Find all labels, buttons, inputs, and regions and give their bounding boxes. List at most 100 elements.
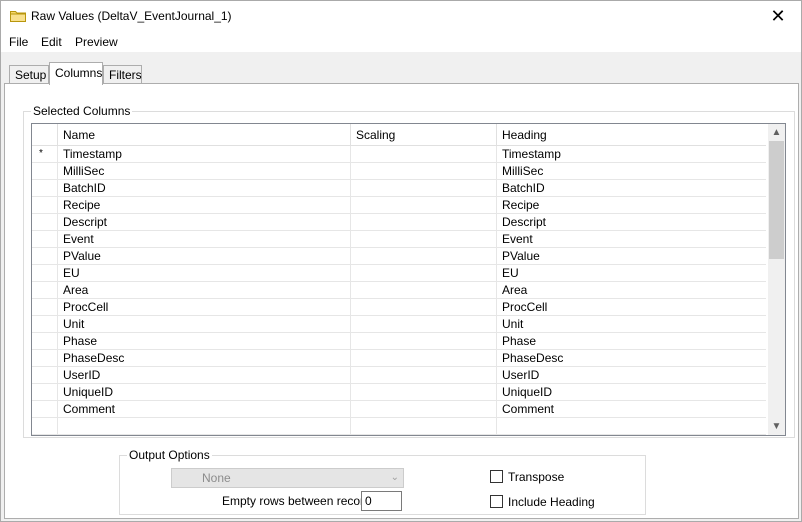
table-row[interactable]: UserID UserID xyxy=(32,367,766,384)
cell-scaling[interactable] xyxy=(351,367,497,384)
row-marker xyxy=(32,333,58,350)
cell-scaling[interactable] xyxy=(351,197,497,214)
scroll-down-arrow-icon[interactable]: ▼ xyxy=(768,418,785,435)
cell-heading[interactable] xyxy=(497,418,766,435)
cell-name[interactable]: PValue xyxy=(58,248,351,265)
close-button[interactable]: ✕ xyxy=(755,1,801,32)
row-marker xyxy=(32,265,58,282)
cell-scaling[interactable] xyxy=(351,299,497,316)
cell-name[interactable]: UserID xyxy=(58,367,351,384)
columns-grid[interactable]: Name Scaling Heading * Timestamp Timestamp… xyxy=(31,123,786,436)
table-row[interactable]: UniqueID UniqueID xyxy=(32,384,766,401)
cell-heading[interactable]: BatchID xyxy=(497,180,766,197)
title-bar: Raw Values (DeltaV_EventJournal_1) ✕ xyxy=(1,1,801,32)
cell-heading[interactable]: ProcCell xyxy=(497,299,766,316)
cell-scaling[interactable] xyxy=(351,248,497,265)
cell-name[interactable]: Comment xyxy=(58,401,351,418)
output-select-value: None xyxy=(202,471,231,485)
table-row[interactable]: Phase Phase xyxy=(32,333,766,350)
menu-edit[interactable]: Edit xyxy=(41,35,62,49)
cell-scaling[interactable] xyxy=(351,316,497,333)
table-row[interactable]: Event Event xyxy=(32,231,766,248)
cell-name[interactable]: Descript xyxy=(58,214,351,231)
output-options-legend: Output Options xyxy=(127,448,212,462)
cell-scaling[interactable] xyxy=(351,146,497,163)
table-row[interactable]: Area Area xyxy=(32,282,766,299)
cell-heading[interactable]: Area xyxy=(497,282,766,299)
cell-name[interactable]: BatchID xyxy=(58,180,351,197)
cell-heading[interactable]: MilliSec xyxy=(497,163,766,180)
row-marker xyxy=(32,231,58,248)
menu-file[interactable]: File xyxy=(9,35,28,49)
cell-heading[interactable]: UserID xyxy=(497,367,766,384)
row-marker xyxy=(32,316,58,333)
cell-scaling[interactable] xyxy=(351,384,497,401)
tab-columns[interactable]: Columns xyxy=(49,62,103,85)
table-row[interactable]: BatchID BatchID xyxy=(32,180,766,197)
cell-name[interactable]: Recipe xyxy=(58,197,351,214)
row-marker: * xyxy=(32,146,58,163)
cell-scaling[interactable] xyxy=(351,214,497,231)
cell-name[interactable] xyxy=(58,418,351,435)
cell-heading[interactable]: PhaseDesc xyxy=(497,350,766,367)
scroll-thumb[interactable] xyxy=(769,141,784,259)
cell-name[interactable]: Unit xyxy=(58,316,351,333)
table-row[interactable]: Descript Descript xyxy=(32,214,766,231)
cell-name[interactable]: PhaseDesc xyxy=(58,350,351,367)
cell-scaling[interactable] xyxy=(351,180,497,197)
tab-filters[interactable]: Filters xyxy=(103,65,142,84)
table-row[interactable]: Recipe Recipe xyxy=(32,197,766,214)
table-row[interactable]: ProcCell ProcCell xyxy=(32,299,766,316)
cell-scaling[interactable] xyxy=(351,350,497,367)
cell-scaling[interactable] xyxy=(351,265,497,282)
table-row[interactable]: Comment Comment xyxy=(32,401,766,418)
cell-scaling[interactable] xyxy=(351,333,497,350)
output-select[interactable]: None ⌄ xyxy=(171,468,404,488)
empty-rows-input[interactable]: 0 xyxy=(361,491,402,511)
cell-name[interactable]: Phase xyxy=(58,333,351,350)
cell-heading[interactable]: PValue xyxy=(497,248,766,265)
cell-heading[interactable]: EU xyxy=(497,265,766,282)
cell-scaling[interactable] xyxy=(351,163,497,180)
table-row[interactable]: * Timestamp Timestamp xyxy=(32,146,766,163)
menu-preview[interactable]: Preview xyxy=(75,35,118,49)
scroll-up-arrow-icon[interactable]: ▲ xyxy=(768,124,785,141)
table-row[interactable]: PhaseDesc PhaseDesc xyxy=(32,350,766,367)
cell-name[interactable]: MilliSec xyxy=(58,163,351,180)
table-row[interactable]: EU EU xyxy=(32,265,766,282)
cell-name[interactable]: ProcCell xyxy=(58,299,351,316)
cell-heading[interactable]: Event xyxy=(497,231,766,248)
cell-heading[interactable]: Descript xyxy=(497,214,766,231)
tab-setup[interactable]: Setup xyxy=(9,65,49,84)
row-marker xyxy=(32,384,58,401)
cell-name[interactable]: Event xyxy=(58,231,351,248)
row-marker xyxy=(32,163,58,180)
cell-scaling[interactable] xyxy=(351,418,497,435)
cell-heading[interactable]: Comment xyxy=(497,401,766,418)
cell-heading[interactable]: Phase xyxy=(497,333,766,350)
cell-name[interactable]: UniqueID xyxy=(58,384,351,401)
column-header-scaling[interactable]: Scaling xyxy=(351,124,497,146)
cell-scaling[interactable] xyxy=(351,231,497,248)
cell-heading[interactable]: Unit xyxy=(497,316,766,333)
cell-scaling[interactable] xyxy=(351,282,497,299)
cell-name[interactable]: Area xyxy=(58,282,351,299)
transpose-checkbox[interactable] xyxy=(490,470,503,483)
column-header-name[interactable]: Name xyxy=(58,124,351,146)
table-row[interactable]: Unit Unit xyxy=(32,316,766,333)
table-row[interactable]: PValue PValue xyxy=(32,248,766,265)
app-window: Raw Values (DeltaV_EventJournal_1) ✕ Fil… xyxy=(0,0,802,522)
cell-heading[interactable]: UniqueID xyxy=(497,384,766,401)
cell-scaling[interactable] xyxy=(351,401,497,418)
row-marker xyxy=(32,350,58,367)
table-row[interactable]: MilliSec MilliSec xyxy=(32,163,766,180)
include-heading-checkbox[interactable] xyxy=(490,495,503,508)
cell-heading[interactable]: Timestamp xyxy=(497,146,766,163)
cell-name[interactable]: Timestamp xyxy=(58,146,351,163)
row-marker xyxy=(32,197,58,214)
vertical-scrollbar[interactable]: ▲ ▼ xyxy=(768,124,785,435)
column-header-heading[interactable]: Heading xyxy=(497,124,766,146)
table-row[interactable] xyxy=(32,418,766,435)
cell-name[interactable]: EU xyxy=(58,265,351,282)
cell-heading[interactable]: Recipe xyxy=(497,197,766,214)
